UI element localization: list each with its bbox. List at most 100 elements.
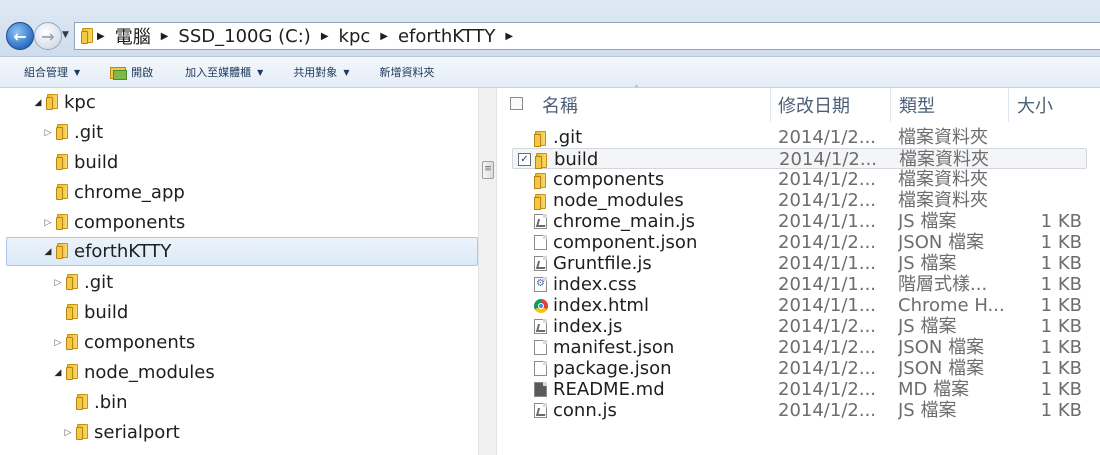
tree-item-eforthktty[interactable]: ◢ eforthKTTY [6, 237, 478, 266]
file-size: 1 KB [1040, 316, 1082, 337]
tree-item-kpc[interactable]: ◢ kpc [0, 88, 478, 117]
organize-menu-button[interactable]: 組合管理 ▼ [24, 64, 80, 80]
collapsed-arrow-icon[interactable]: ▷ [52, 338, 64, 348]
column-divider[interactable] [890, 88, 891, 122]
tree-item-serialport[interactable]: ▷ serialport [0, 418, 478, 447]
row-checkbox[interactable]: ✓ [518, 153, 531, 166]
folder-icon [534, 172, 547, 189]
file-size: 1 KB [1040, 232, 1082, 253]
file-type: JSON 檔案 [898, 337, 985, 358]
chevron-right-icon[interactable]: ▶ [376, 31, 392, 42]
column-header-date[interactable]: 修改日期 [778, 88, 850, 122]
expanded-arrow-icon[interactable]: ◢ [42, 247, 54, 257]
chevron-right-icon[interactable]: ▶ [501, 31, 517, 42]
breadcrumb-eforthktty[interactable]: eforthKTTY [392, 26, 501, 47]
list-item[interactable]: index.html 2014/1/1... Chrome H... 1 KB [512, 295, 1087, 316]
js-file-icon [534, 403, 547, 418]
select-all-checkbox[interactable] [510, 97, 523, 110]
file-name: Gruntfile.js [553, 253, 652, 274]
tree-item-build[interactable]: build [0, 148, 478, 177]
file-size [1008, 190, 1082, 211]
list-item[interactable]: index.css 2014/1/1... 階層式樣... 1 KB [512, 274, 1087, 295]
folder-icon [56, 123, 68, 142]
file-size: 1 KB [1040, 211, 1082, 232]
column-divider[interactable] [1008, 88, 1009, 122]
folder-icon [81, 27, 93, 46]
list-item[interactable]: package.json 2014/1/2... JSON 檔案 1 KB [512, 358, 1087, 379]
tree-item-label: build [84, 302, 129, 323]
folder-icon [66, 303, 78, 322]
breadcrumb-drive[interactable]: SSD_100G (C:) [172, 26, 316, 47]
address-bar: ← → ▼ ▶ 電腦 ▶ SSD_100G (C:) ▶ kpc ▶ efort… [0, 0, 1100, 57]
collapsed-arrow-icon[interactable]: ▷ [42, 218, 54, 228]
chevron-right-icon[interactable]: ▶ [317, 31, 333, 42]
tree-item-git[interactable]: ▷ .git [0, 118, 478, 147]
js-file-icon [534, 214, 547, 229]
list-item[interactable]: Gruntfile.js 2014/1/1... JS 檔案 1 KB [512, 253, 1087, 274]
tree-item-build[interactable]: build [0, 298, 478, 327]
breadcrumb-computer[interactable]: 電腦 [109, 23, 157, 49]
folder-icon [534, 193, 547, 210]
file-size: 1 KB [1040, 379, 1082, 400]
file-type: JSON 檔案 [898, 358, 985, 379]
open-icon [110, 66, 128, 80]
back-button[interactable]: ← [6, 22, 34, 50]
chevron-right-icon[interactable]: ▶ [93, 31, 109, 42]
list-item[interactable]: manifest.json 2014/1/2... JSON 檔案 1 KB [512, 337, 1087, 358]
add-to-library-button[interactable]: 加入至媒體櫃 ▼ [185, 64, 263, 80]
tree-item-bin[interactable]: .bin [0, 388, 478, 417]
column-divider[interactable] [770, 88, 771, 122]
list-item[interactable]: index.js 2014/1/2... JS 檔案 1 KB [512, 316, 1087, 337]
sort-ascending-icon: ˆ [634, 85, 639, 96]
recent-pages-dropdown[interactable]: ▼ [62, 30, 69, 40]
expanded-arrow-icon[interactable]: ◢ [52, 368, 64, 378]
tree-item-node-modules[interactable]: ◢ node_modules [0, 358, 478, 387]
share-with-button[interactable]: 共用對象 ▼ [293, 64, 349, 80]
tree-item-label: serialport [94, 422, 180, 443]
navigation-tree: ◢ kpc ▷ .git build chrome_app ▷ componen… [0, 88, 478, 455]
folder-icon [56, 183, 68, 202]
collapsed-arrow-icon[interactable]: ▷ [42, 128, 54, 138]
add-to-library-label: 加入至媒體櫃 [185, 66, 252, 79]
file-name: package.json [553, 358, 672, 379]
forward-button[interactable]: → [34, 22, 62, 50]
file-size: 1 KB [1040, 358, 1082, 379]
list-item[interactable]: node_modules 2014/1/2... 檔案資料夾 [512, 190, 1087, 211]
file-type: JSON 檔案 [898, 232, 985, 253]
list-item[interactable]: ✓ build 2014/1/2... 檔案資料夾 [512, 148, 1087, 170]
list-item[interactable]: conn.js 2014/1/2... JS 檔案 1 KB [512, 400, 1087, 421]
list-item[interactable]: component.json 2014/1/2... JSON 檔案 1 KB [512, 232, 1087, 253]
open-button[interactable]: 開啟 [110, 64, 153, 80]
md-file-icon [534, 382, 547, 397]
modified-date: 2014/1/2... [779, 149, 878, 170]
column-header-type[interactable]: 類型 [899, 88, 935, 122]
collapsed-arrow-icon[interactable]: ▷ [52, 278, 64, 288]
folder-icon [534, 130, 547, 147]
list-item[interactable]: .git 2014/1/2... 檔案資料夾 [512, 127, 1087, 148]
column-header-size[interactable]: 大小 [1017, 88, 1053, 122]
tree-item-components[interactable]: ▷ components [0, 328, 478, 357]
breadcrumb[interactable]: ▶ 電腦 ▶ SSD_100G (C:) ▶ kpc ▶ eforthKTTY … [74, 22, 1100, 50]
collapsed-arrow-icon[interactable]: ▷ [62, 428, 74, 438]
file-name: chrome_main.js [553, 211, 696, 232]
list-item[interactable]: components 2014/1/2... 檔案資料夾 [512, 169, 1087, 190]
file-size [1008, 169, 1082, 190]
chrome-icon [534, 299, 548, 313]
chevron-right-icon[interactable]: ▶ [157, 31, 173, 42]
column-header-name[interactable]: 名稱 [542, 88, 578, 122]
breadcrumb-kpc[interactable]: kpc [333, 26, 377, 47]
file-type: MD 檔案 [898, 379, 970, 400]
tree-item-components[interactable]: ▷ components [0, 208, 478, 237]
list-item[interactable]: README.md 2014/1/2... MD 檔案 1 KB [512, 379, 1087, 400]
file-type: JS 檔案 [898, 211, 957, 232]
tree-item-chrome-app[interactable]: chrome_app [0, 178, 478, 207]
new-folder-button[interactable]: 新增資料夾 [379, 64, 434, 80]
list-item[interactable]: chrome_main.js 2014/1/1... JS 檔案 1 KB [512, 211, 1087, 232]
pane-splitter[interactable]: ≡ [478, 88, 497, 455]
expanded-arrow-icon[interactable]: ◢ [32, 98, 44, 108]
chevron-down-icon: ▼ [257, 67, 264, 77]
folder-icon [66, 273, 78, 292]
tree-item-label: components [84, 332, 196, 353]
grip-icon[interactable]: ≡ [482, 161, 494, 179]
tree-item-git[interactable]: ▷ .git [0, 268, 478, 297]
